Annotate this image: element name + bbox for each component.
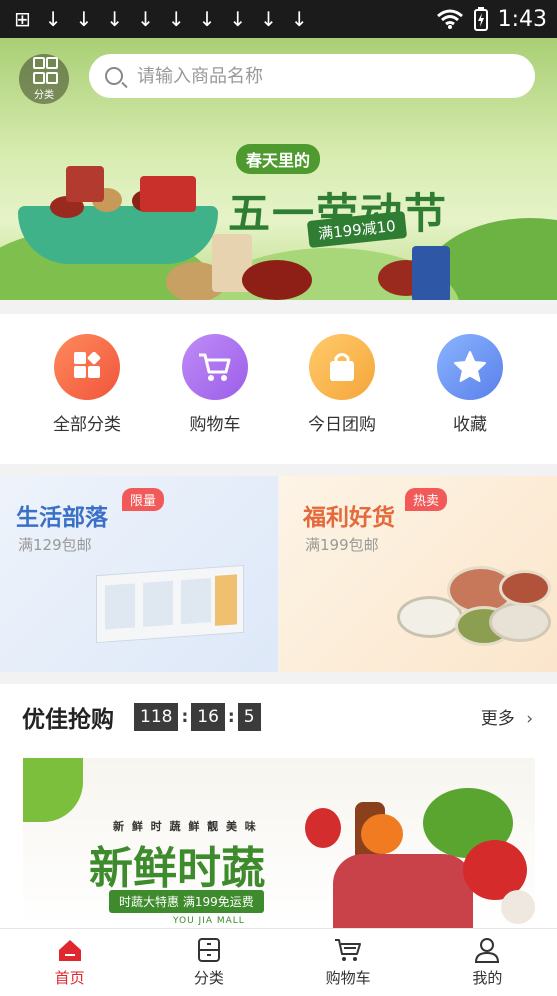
download-icon: ↓: [260, 7, 277, 31]
promo-card-subtitle: 满129包邮: [18, 536, 92, 554]
dish-image: [499, 570, 551, 606]
home-icon: [58, 940, 81, 961]
tab-cart[interactable]: 购物车: [279, 929, 418, 996]
dish-image: [489, 602, 551, 642]
promo-card-life[interactable]: 生活部落 限量 满129包邮: [0, 476, 278, 672]
banner-brand: YOU JIA MALL: [173, 916, 245, 926]
meat-image: [333, 854, 473, 928]
category-icon: [197, 938, 220, 962]
download-icon: ↓: [75, 7, 93, 31]
gift-basket-image: [18, 206, 218, 264]
more-link[interactable]: 更多 ›: [481, 704, 533, 729]
quick-nav-icon-bg: [54, 334, 120, 400]
banner-title: 新鲜时蔬: [89, 843, 265, 894]
more-link-label: 更多: [480, 709, 515, 729]
quick-nav-favorites[interactable]: 收藏: [415, 334, 525, 435]
top-bar: 分类: [0, 38, 557, 118]
tab-label: 购物车: [325, 969, 371, 987]
quick-nav-all-categories[interactable]: 全部分类: [32, 334, 142, 435]
pepper-image: [305, 808, 341, 848]
battery-charging-icon: [473, 7, 488, 31]
download-icon: ↓: [44, 7, 62, 31]
promo-card-title: 福利好货: [303, 505, 395, 531]
download-notifications: ⊞ ↓ ↓ ↓ ↓ ↓ ↓ ↓ ↓ ↓: [14, 7, 308, 31]
bag-icon: [330, 353, 354, 381]
download-icon: ↓: [198, 7, 216, 31]
tab-label: 首页: [54, 969, 85, 987]
product-box-image: [140, 176, 196, 212]
timer-hours: 118: [134, 703, 179, 731]
cart-icon: [199, 353, 231, 381]
download-icon: ↓: [106, 7, 124, 31]
grid-icon: [32, 57, 58, 84]
banner-promo: 时蔬大特惠 满199免运费: [109, 890, 264, 913]
quick-nav-cart[interactable]: 购物车: [160, 334, 270, 435]
promo-card-subtitle: 满199包邮: [305, 536, 379, 554]
quick-nav-label: 全部分类: [53, 415, 121, 435]
promo-card-badge: 限量: [122, 488, 165, 511]
product-box-image: [66, 166, 104, 202]
search-icon: [105, 67, 123, 85]
quick-nav-label: 今日团购: [308, 415, 376, 435]
quick-nav-label: 收藏: [453, 415, 487, 435]
fresh-vegetables-banner[interactable]: 新 鲜 时 蔬 鲜 靓 美 味 新鲜时蔬 时蔬大特惠 满199免运费 YOU J…: [23, 758, 535, 928]
flash-sale-section: 优佳抢购 118 : 16 : 5 更多 › 新 鲜 时 蔬 鲜 靓 美 味 新…: [0, 684, 557, 928]
status-bar: ⊞ ↓ ↓ ↓ ↓ ↓ ↓ ↓ ↓ ↓ 1:43: [0, 0, 557, 38]
clock: 1:43: [497, 6, 547, 32]
download-icon: ↓: [229, 7, 247, 31]
timer-separator: :: [181, 707, 189, 727]
grid-icon: [74, 352, 101, 378]
promo-card-title: 生活部落: [16, 505, 108, 531]
timer-minutes: 16: [191, 703, 225, 731]
chevron-right-icon: ›: [526, 709, 533, 729]
countdown-timer: 118 : 16 : 5: [134, 703, 261, 731]
tab-home[interactable]: 首页: [0, 929, 139, 996]
banner-subtitle: 春天里的: [236, 144, 321, 174]
hero-banner[interactable]: 春天里的 五一劳动节 满199减10 分类: [0, 38, 557, 300]
bottom-tab-bar: 首页 分类 购物车 我的: [0, 928, 557, 996]
quick-nav-group-buy[interactable]: 今日团购: [287, 334, 397, 435]
flash-sale-title: 优佳抢购: [22, 707, 114, 733]
star-icon: [454, 351, 486, 382]
category-button-label: 分类: [34, 90, 54, 101]
notification-icon: ⊞: [14, 7, 31, 31]
tab-profile[interactable]: 我的: [418, 929, 557, 996]
quick-nav: 全部分类 购物车 今日团购 收藏: [0, 314, 557, 464]
category-button[interactable]: 分类: [19, 54, 69, 104]
lettuce-image: [23, 758, 83, 822]
tab-category[interactable]: 分类: [139, 929, 278, 996]
cart-icon: [335, 939, 362, 961]
timer-separator: :: [227, 707, 235, 727]
search-bar[interactable]: [89, 54, 535, 98]
promo-card-badge: 热卖: [405, 488, 448, 511]
quick-nav-icon-bg: [309, 334, 375, 400]
garlic-image: [501, 890, 535, 924]
snack-bag-image: [412, 246, 450, 300]
quick-nav-icon-bg: [182, 334, 248, 400]
timer-seconds: 5: [237, 703, 261, 731]
user-icon: [475, 938, 500, 963]
quick-nav-label: 购物车: [189, 415, 241, 435]
search-input[interactable]: [135, 64, 519, 88]
jujube-plate-image: [242, 260, 312, 300]
tab-label: 我的: [472, 969, 503, 987]
tab-label: 分类: [193, 969, 224, 987]
download-icon: ↓: [167, 7, 185, 31]
pepper-image: [361, 814, 403, 854]
milk-box-image: [96, 564, 244, 644]
download-icon: ↓: [290, 7, 308, 31]
wifi-icon: [436, 9, 463, 29]
quick-nav-icon-bg: [437, 334, 503, 400]
download-icon: ↓: [137, 7, 154, 31]
promo-card-deals[interactable]: 福利好货 热卖 满199包邮: [279, 476, 557, 672]
